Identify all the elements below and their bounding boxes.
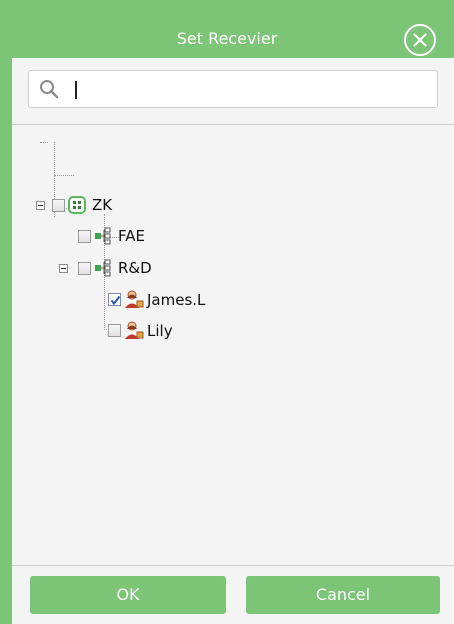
footer-divider [12,565,454,566]
collapse-toggle[interactable] [36,201,45,210]
checkbox-fae[interactable] [78,230,91,243]
checkbox-rnd[interactable] [78,262,91,275]
search-icon [39,79,59,99]
search-input[interactable] [67,75,427,103]
tree-node-label: Lily [147,322,173,340]
user-icon [124,289,144,313]
checkbox-lily[interactable] [108,324,121,337]
tree-node-label: ZK [92,196,113,214]
checkbox-zk[interactable] [52,199,65,212]
tree-connector [40,142,48,144]
dialog-body: ZK FAE R&D James.L Lily OK Cancel [12,58,454,624]
department-icon [94,227,112,249]
tree-connector [54,175,74,177]
tree-node-label: R&D [118,259,152,277]
cancel-button[interactable]: Cancel [246,576,440,614]
company-icon [68,196,86,218]
tree-node-lily[interactable]: Lily [12,319,312,343]
ok-button[interactable]: OK [30,576,226,614]
receiver-tree: ZK FAE R&D James.L Lily [12,125,454,565]
close-icon[interactable] [402,22,438,58]
tree-node-zk[interactable]: ZK [12,193,312,217]
collapse-toggle[interactable] [59,264,68,273]
tree-node-label: FAE [118,227,145,245]
tree-node-rnd[interactable]: R&D [12,256,312,280]
search-box[interactable] [28,70,438,108]
tree-node-james[interactable]: James.L [12,288,312,312]
tree-node-label: James.L [147,291,206,309]
tree-node-fae[interactable]: FAE [12,224,312,248]
checkbox-james[interactable] [108,293,121,306]
department-icon [94,259,112,281]
dialog-title: Set Recevier [176,29,278,48]
user-icon [124,320,144,344]
set-receiver-dialog: Set Recevier ZK FAE R&D James.L Lily OK … [0,0,454,624]
text-caret [75,81,77,99]
